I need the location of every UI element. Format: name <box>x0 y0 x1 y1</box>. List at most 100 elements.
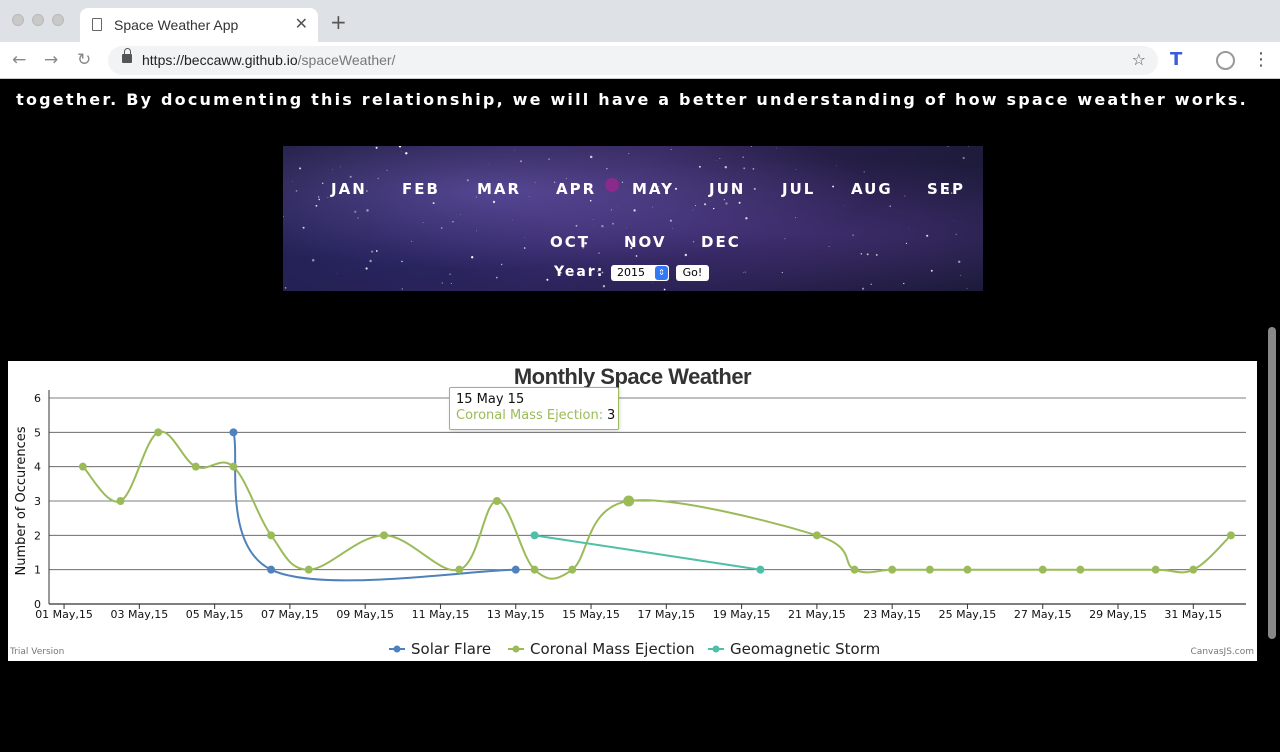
star <box>635 255 638 257</box>
month-link-nov[interactable]: NOV <box>624 233 667 251</box>
star <box>432 202 435 205</box>
star <box>674 187 678 190</box>
star <box>652 206 654 208</box>
star <box>724 166 727 169</box>
bookmark-star-icon[interactable]: ☆ <box>1132 50 1146 69</box>
close-tab-icon[interactable]: ✕ <box>295 14 308 33</box>
year-label: Year: <box>554 264 605 280</box>
star <box>321 182 324 184</box>
menu-icon[interactable]: ⋮ <box>1252 49 1270 70</box>
series-line-2 <box>534 534 761 571</box>
star <box>440 227 443 229</box>
month-link-jun[interactable]: JUN <box>709 180 745 198</box>
x-tick-label: 03 May,15 <box>110 608 168 621</box>
star <box>672 227 673 229</box>
x-tick-label: 29 May,15 <box>1089 608 1147 621</box>
star <box>548 158 550 160</box>
star <box>349 175 352 178</box>
star <box>400 151 402 152</box>
star <box>449 273 451 275</box>
data-point <box>850 565 859 574</box>
star <box>723 199 725 201</box>
x-tick-label: 17 May,15 <box>637 608 695 621</box>
year-select[interactable]: 2015 ⇕ <box>611 265 669 281</box>
legend-item-label: Geomagnetic Storm <box>730 640 880 658</box>
scrollbar-thumb[interactable] <box>1268 327 1276 639</box>
month-link-mar[interactable]: MAR <box>477 180 521 198</box>
star <box>370 250 374 253</box>
star <box>621 181 624 183</box>
star <box>606 167 608 170</box>
star <box>302 226 305 229</box>
month-link-jul[interactable]: JUL <box>782 180 815 198</box>
maximize-window-icon[interactable] <box>52 14 64 26</box>
star <box>610 209 613 211</box>
x-tick-label: 07 May,15 <box>261 608 319 621</box>
data-point <box>812 531 821 540</box>
data-point <box>229 428 238 437</box>
star <box>784 238 786 240</box>
minimize-window-icon[interactable] <box>32 14 44 26</box>
month-link-aug[interactable]: AUG <box>851 180 893 198</box>
data-point <box>1189 565 1198 574</box>
browser-tab-bar: Space Weather App ✕ + <box>0 0 1280 42</box>
data-point <box>568 565 577 574</box>
star <box>411 240 413 242</box>
star <box>375 250 378 252</box>
data-point <box>925 565 934 574</box>
extension-icon[interactable]: T <box>1170 49 1182 70</box>
legend-marker-dot <box>393 645 401 653</box>
y-tick-label: 5 <box>34 426 41 439</box>
star <box>926 234 929 237</box>
page-scrollbar[interactable] <box>1264 79 1280 752</box>
forward-icon[interactable]: → <box>44 50 58 70</box>
star <box>832 185 835 188</box>
star <box>695 205 697 207</box>
star <box>295 190 298 192</box>
month-navigation-banner: JAN FEB MAR APR MAY JUN JUL AUG SEP OCT NOV DEC Yea… <box>283 146 983 291</box>
month-link-oct[interactable]: OCT <box>550 233 590 251</box>
star <box>283 215 284 218</box>
reload-icon[interactable]: ↻ <box>77 50 91 70</box>
tooltip-date: 15 May 15 <box>456 392 525 407</box>
month-link-feb[interactable]: FEB <box>402 180 440 198</box>
month-link-apr[interactable]: APR <box>556 180 596 198</box>
star <box>745 217 748 220</box>
star <box>401 288 403 290</box>
month-link-may[interactable]: MAY <box>632 180 674 198</box>
star <box>365 267 368 270</box>
month-link-sep[interactable]: SEP <box>927 180 965 198</box>
star <box>903 282 905 285</box>
y-tick-label: 4 <box>34 461 41 474</box>
data-point <box>154 428 163 437</box>
new-tab-icon[interactable]: + <box>330 12 347 32</box>
star <box>592 219 594 220</box>
star <box>500 263 503 266</box>
address-bar[interactable]: https://beccaww.github.io/spaceWeather/ … <box>108 46 1158 75</box>
back-icon[interactable]: ← <box>12 50 26 70</box>
x-tick-label: 05 May,15 <box>186 608 244 621</box>
star <box>738 201 741 204</box>
star <box>354 210 357 213</box>
y-axis-label: Number of Occurences <box>14 426 29 575</box>
data-point <box>756 565 765 574</box>
profile-icon[interactable] <box>1216 51 1235 70</box>
series-line-0 <box>232 432 516 582</box>
month-link-jan[interactable]: JAN <box>331 180 367 198</box>
star <box>752 168 755 170</box>
star <box>456 215 457 217</box>
go-button[interactable]: Go! <box>676 265 709 281</box>
line-chart[interactable]: 012345601 May,15 03 May,15 05 May,15 07 May… <box>8 361 1257 661</box>
star <box>652 282 653 284</box>
browser-toolbar: ← → ↻ https://beccaww.github.io/spaceWea… <box>0 42 1280 79</box>
data-point <box>530 531 539 540</box>
star <box>716 160 717 161</box>
month-link-dec[interactable]: DEC <box>701 233 741 251</box>
canvasjs-credit[interactable]: CanvasJS.com <box>1191 647 1254 657</box>
star <box>339 166 341 168</box>
data-point <box>1076 565 1085 574</box>
close-window-icon[interactable] <box>12 14 24 26</box>
data-point <box>623 495 635 507</box>
browser-tab[interactable]: Space Weather App ✕ <box>80 8 318 42</box>
trial-version-label: Trial Version <box>10 647 65 657</box>
